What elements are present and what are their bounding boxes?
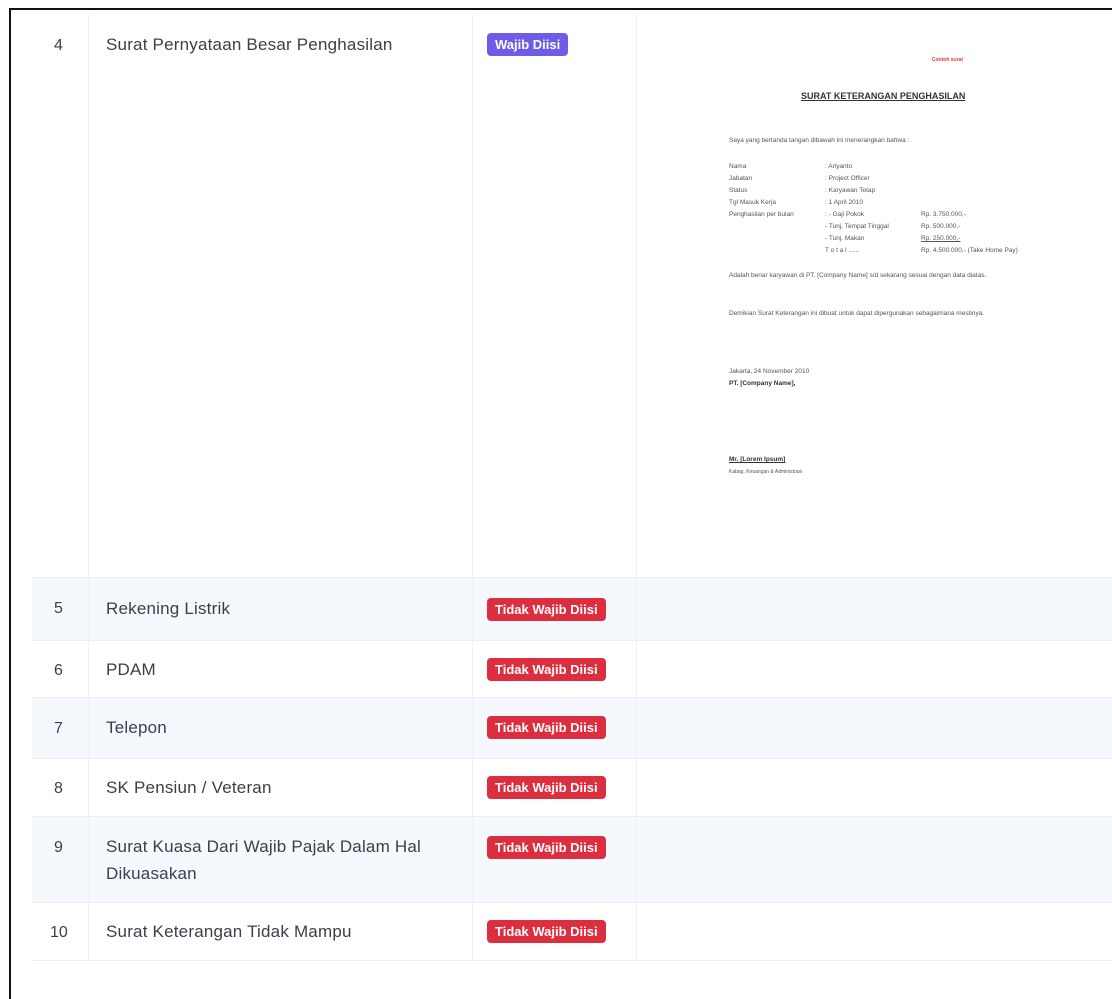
row-number: 4 <box>54 37 63 54</box>
document-name: PDAM <box>106 660 156 679</box>
row-number: 7 <box>54 720 63 737</box>
doc-paragraph: Adalah benar karyawan di PT. [Company Na… <box>729 272 987 279</box>
document-name: SK Pensiun / Veteran <box>106 778 272 797</box>
optional-badge: Tidak Wajib Diisi <box>487 920 606 943</box>
table-row: 6 PDAM Tidak Wajib Diisi <box>32 641 1112 698</box>
doc-intro: Saya yang bertanda tangan dibawah ini me… <box>729 137 910 144</box>
optional-badge: Tidak Wajib Diisi <box>487 776 606 799</box>
table-row: 5 Rekening Listrik Tidak Wajib Diisi <box>32 578 1112 641</box>
optional-badge: Tidak Wajib Diisi <box>487 658 606 681</box>
doc-paragraph: Demikian Surat Keterangan ini dibuat unt… <box>729 310 985 317</box>
row-number: 6 <box>54 662 63 679</box>
document-name: Surat Keterangan Tidak Mampu <box>106 922 352 941</box>
required-badge: Wajib Diisi <box>487 33 569 56</box>
row-number: 5 <box>54 600 63 617</box>
table-row: 9 Surat Kuasa Dari Wajib Pajak Dalam Hal… <box>32 817 1112 903</box>
example-document-cell: Contoh surat SURAT KETERANGAN PENGHASILA… <box>637 15 1112 577</box>
document-name: Telepon <box>106 718 167 737</box>
table-row: 7 Telepon Tidak Wajib Diisi <box>32 698 1112 759</box>
row-number: 10 <box>50 924 68 941</box>
table-row: 10 Surat Keterangan Tidak Mampu Tidak Wa… <box>32 903 1112 961</box>
example-document-image[interactable]: Contoh surat SURAT KETERANGAN PENGHASILA… <box>673 51 1093 521</box>
optional-badge: Tidak Wajib Diisi <box>487 716 606 739</box>
row-number: 9 <box>54 839 63 856</box>
document-name: Surat Pernyataan Besar Penghasilan <box>106 35 393 54</box>
doc-signer-title: Kabag. Keuangan & Administrasi <box>729 469 803 475</box>
doc-brand: Contoh surat <box>931 57 963 63</box>
optional-badge: Tidak Wajib Diisi <box>487 836 606 859</box>
document-name: Surat Kuasa Dari Wajib Pajak Dalam Hal D… <box>106 837 421 883</box>
row-number: 8 <box>54 780 63 797</box>
optional-badge: Tidak Wajib Diisi <box>487 598 606 621</box>
table-row: 8 SK Pensiun / Veteran Tidak Wajib Diisi <box>32 759 1112 817</box>
table-row: 4 Surat Pernyataan Besar Penghasilan Waj… <box>32 15 1112 578</box>
document-name: Rekening Listrik <box>106 599 231 618</box>
doc-title: SURAT KETERANGAN PENGHASILAN <box>801 91 966 101</box>
doc-company: PT. [Company Name], <box>729 380 796 387</box>
